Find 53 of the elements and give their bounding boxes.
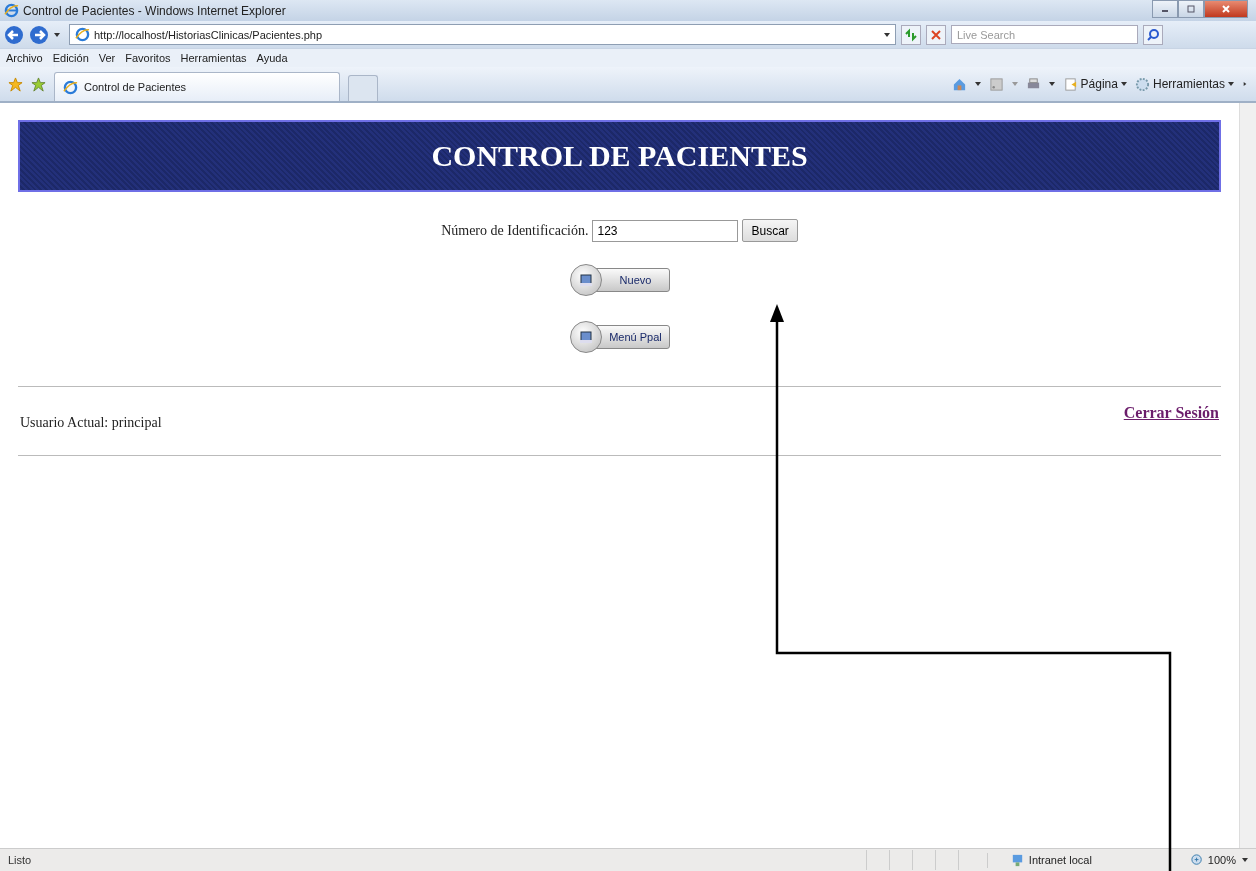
search-submit-button[interactable]: Buscar <box>742 219 798 242</box>
search-button[interactable] <box>1143 24 1163 45</box>
vertical-scrollbar[interactable] <box>1239 103 1256 848</box>
page-banner: CONTROL DE PACIENTES <box>18 120 1221 192</box>
dropdown-caret-icon[interactable] <box>54 32 60 37</box>
page-icon <box>1062 76 1078 92</box>
star-icon[interactable] <box>8 76 23 92</box>
menu-item[interactable]: Herramientas <box>180 52 247 64</box>
gear-icon <box>1134 76 1150 92</box>
restore-icon <box>1186 4 1196 14</box>
caret-icon[interactable] <box>1048 82 1055 86</box>
search-field[interactable]: Live Search <box>951 25 1138 44</box>
caret-icon <box>1120 82 1127 86</box>
menu-item[interactable]: Edición <box>52 52 89 64</box>
refresh-icon <box>904 27 918 42</box>
minimize-button[interactable] <box>1152 0 1178 18</box>
page-icon <box>75 27 90 42</box>
menu-item[interactable]: Favoritos <box>125 52 171 64</box>
zoom-icon <box>1189 852 1205 868</box>
refresh-button[interactable] <box>901 24 921 45</box>
add-star-icon[interactable] <box>31 76 46 92</box>
close-button[interactable] <box>1204 0 1248 18</box>
stop-button[interactable] <box>926 24 946 45</box>
caret-icon[interactable] <box>974 82 981 86</box>
page-icon <box>63 79 78 95</box>
caret-icon <box>1228 82 1234 86</box>
window-title: Control de Pacientes - Windows Internet Explorer <box>23 3 286 18</box>
chevron-icon[interactable] <box>1242 82 1248 86</box>
field-label: Número de Identificación. <box>441 222 589 239</box>
browser-tab[interactable]: Control de Pacientes <box>54 72 340 101</box>
address-field[interactable]: http://localhost/HistoriasClinicas/Pacientes.php <box>69 24 896 45</box>
id-input-field[interactable]: 123 <box>592 219 739 242</box>
browser-logo-icon <box>4 3 19 18</box>
menu-item[interactable]: Ver <box>98 52 116 64</box>
logout-link[interactable]: Cerrar Sesión <box>1123 404 1219 422</box>
home-icon[interactable] <box>951 76 967 92</box>
forward-button[interactable] <box>29 23 49 46</box>
close-icon <box>929 27 943 42</box>
current-user-text: Usuario Actual: principal <box>20 415 162 431</box>
back-button[interactable] <box>4 23 24 46</box>
printer-icon <box>577 329 594 345</box>
search-icon <box>1146 27 1160 42</box>
status-text: Listo <box>8 854 32 866</box>
close-icon <box>1221 4 1231 14</box>
caret-icon[interactable] <box>1242 858 1248 862</box>
menu-item[interactable]: Ayuda <box>256 52 288 64</box>
zoom-control[interactable]: 100% <box>1189 852 1236 868</box>
caret-icon[interactable] <box>884 32 890 37</box>
printer-icon <box>577 272 594 288</box>
tools-menu[interactable]: Herramientas <box>1134 76 1234 92</box>
security-zone: Intranet local <box>986 852 1160 868</box>
menu-item[interactable]: Archivo <box>6 52 43 64</box>
page-menu[interactable]: Página <box>1062 76 1127 92</box>
